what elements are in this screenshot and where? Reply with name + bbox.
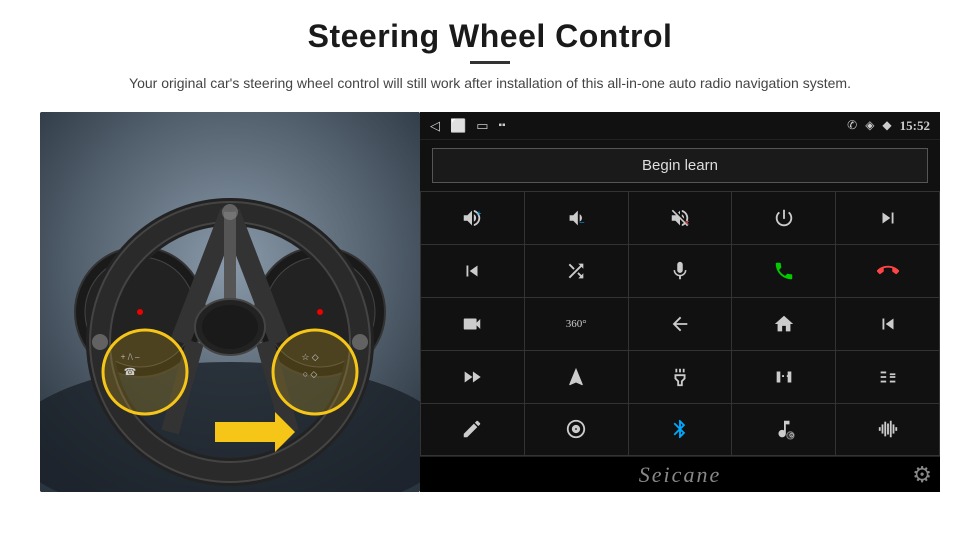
begin-learn-button[interactable]: Begin learn	[432, 148, 928, 183]
recent-icon[interactable]: ▭	[476, 118, 488, 134]
pen-button[interactable]	[421, 404, 524, 456]
back-icon[interactable]: ◁	[430, 118, 440, 134]
phone-prev-button[interactable]	[836, 192, 939, 244]
power-button[interactable]	[732, 192, 835, 244]
fast-forward-button[interactable]	[421, 351, 524, 403]
next-track-button[interactable]	[421, 245, 524, 297]
home-button[interactable]	[732, 298, 835, 350]
bluetooth-button[interactable]	[629, 404, 732, 456]
record-button[interactable]	[732, 351, 835, 403]
shuffle-button[interactable]	[525, 245, 628, 297]
navigate-button[interactable]	[525, 351, 628, 403]
equalizer-button[interactable]	[836, 351, 939, 403]
eq-button[interactable]	[629, 351, 732, 403]
svg-text:+ /\ –: + /\ –	[120, 352, 140, 362]
page-subtitle: Your original car's steering wheel contr…	[129, 72, 851, 94]
status-left: ◁ ⬜ ▭ ▪▪	[430, 118, 506, 134]
360-icon: 360°	[566, 318, 587, 330]
signal-bars-icon: ▪▪	[498, 120, 505, 131]
svg-text:+: +	[477, 209, 482, 218]
wifi-icon: ◆	[882, 118, 891, 133]
steering-wheel-svg: + /\ – ☎ ☆ ◇ ○ ◇	[40, 112, 420, 492]
title-divider	[470, 61, 510, 64]
status-right: ✆ ◈ ◆ 15:52	[847, 118, 930, 134]
page-wrapper: Steering Wheel Control Your original car…	[0, 0, 980, 544]
begin-learn-row: Begin learn	[420, 140, 940, 191]
status-bar: ◁ ⬜ ▭ ▪▪ ✆ ◈ ◆ 15:52	[420, 112, 940, 140]
mic-button[interactable]	[629, 245, 732, 297]
seicane-brand: Seicane	[639, 462, 721, 488]
end-call-button[interactable]	[836, 245, 939, 297]
svg-text:⚙: ⚙	[788, 433, 794, 440]
camera-button[interactable]	[421, 298, 524, 350]
location-icon: ◈	[865, 118, 874, 133]
target-button[interactable]	[525, 404, 628, 456]
answer-phone-button[interactable]	[732, 245, 835, 297]
mute-button[interactable]: ×	[629, 192, 732, 244]
controls-grid: + – ×	[420, 191, 940, 456]
clock: 15:52	[900, 118, 930, 134]
title-section: Steering Wheel Control Your original car…	[129, 18, 851, 94]
steering-wheel-image: + /\ – ☎ ☆ ◇ ○ ◇	[40, 112, 420, 492]
music-settings-button[interactable]: ⚙	[732, 404, 835, 456]
svg-text:☎: ☎	[124, 367, 136, 378]
svg-text:☆ ◇: ☆ ◇	[301, 352, 318, 362]
phone-status-icon: ✆	[847, 118, 857, 133]
waveform-button[interactable]	[836, 404, 939, 456]
content-area: + /\ – ☎ ☆ ◇ ○ ◇ ◁ ⬜ ▭ ▪▪	[40, 112, 940, 492]
android-unit: ◁ ⬜ ▭ ▪▪ ✆ ◈ ◆ 15:52 Begin learn	[420, 112, 940, 492]
back-arrow-button[interactable]	[629, 298, 732, 350]
settings-gear-icon[interactable]: ⚙	[912, 462, 932, 488]
360-view-button[interactable]: 360°	[525, 298, 628, 350]
svg-text:×: ×	[685, 219, 690, 228]
svg-text:–: –	[580, 218, 585, 227]
vol-down-button[interactable]: –	[525, 192, 628, 244]
page-title: Steering Wheel Control	[129, 18, 851, 55]
home-icon[interactable]: ⬜	[450, 118, 466, 134]
vol-up-button[interactable]: +	[421, 192, 524, 244]
svg-text:○ ◇: ○ ◇	[303, 369, 318, 379]
bottom-bar: Seicane ⚙	[420, 456, 940, 492]
skip-back-button[interactable]	[836, 298, 939, 350]
